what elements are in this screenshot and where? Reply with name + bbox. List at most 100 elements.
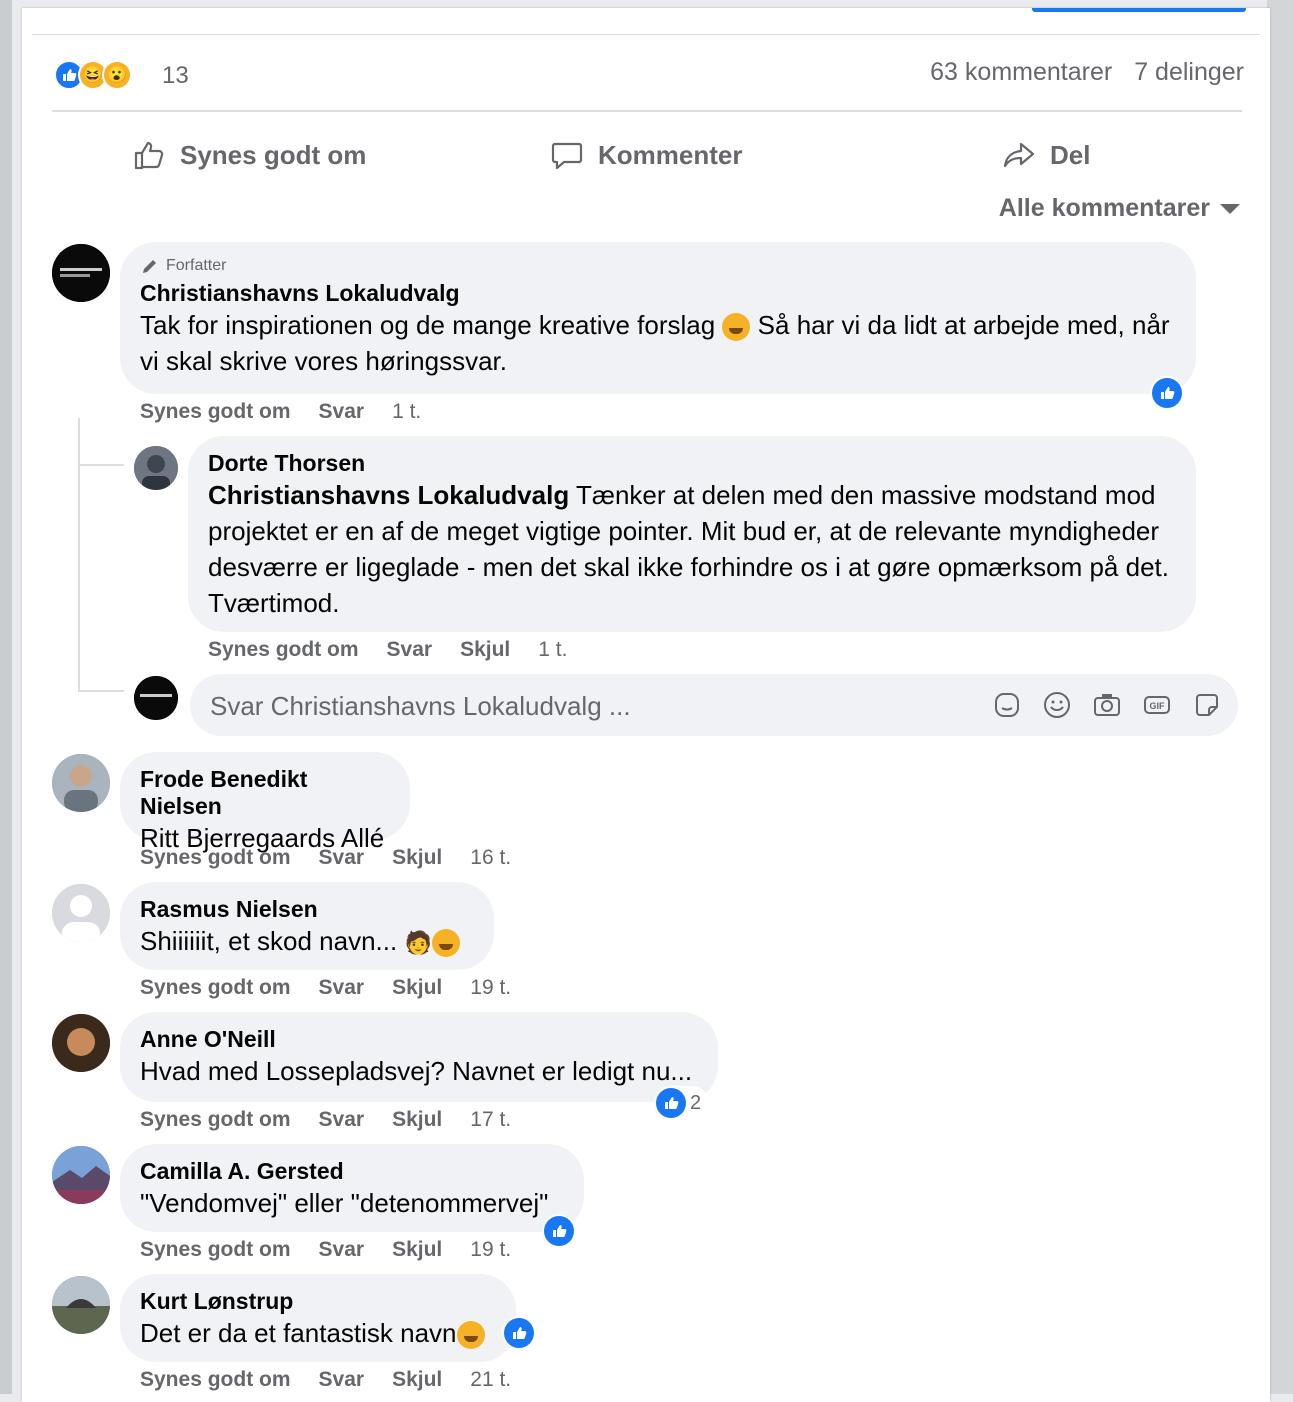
comment-author[interactable]: Frode Benedikt Nielsen bbox=[140, 766, 388, 820]
comment-text: Hvad med Lossepladsvej? Navnet er ledigt… bbox=[140, 1056, 693, 1086]
comment-bubble: Kurt Lønstrup Det er da et fantastisk na… bbox=[120, 1274, 516, 1362]
post-stats: 😆 😮 13 63 kommentarer 7 delinger bbox=[54, 58, 1244, 92]
comment-reply-link[interactable]: Svar bbox=[319, 1238, 365, 1262]
smile-emoji-icon bbox=[722, 313, 751, 342]
like-button[interactable]: Synes godt om bbox=[132, 120, 366, 190]
share-count[interactable]: 7 delinger bbox=[1134, 58, 1244, 87]
comment-time[interactable]: 1 t. bbox=[538, 638, 567, 662]
comment-reply-link[interactable]: Svar bbox=[319, 1108, 365, 1132]
svg-text:GIF: GIF bbox=[1150, 701, 1166, 711]
reaction-count[interactable]: 13 bbox=[162, 62, 189, 90]
comment-time[interactable]: 17 t. bbox=[470, 1108, 511, 1132]
comment-reaction-badge[interactable] bbox=[542, 1214, 576, 1248]
comment-meta: Synes godt om Svar Skjul 1 t. bbox=[208, 638, 567, 662]
comment-reply-link[interactable]: Svar bbox=[319, 976, 365, 1000]
comment-author[interactable]: Kurt Lønstrup bbox=[140, 1288, 494, 1315]
person-emoji-icon: 🧑 bbox=[404, 930, 432, 955]
comment-text: Christianshavns Lokaludvalg Tænker at de… bbox=[208, 477, 1174, 621]
comment-like-link[interactable]: Synes godt om bbox=[140, 1368, 291, 1392]
comment-text: Tak for inspirationen og de mange kreati… bbox=[140, 307, 1174, 379]
comment-reply-link[interactable]: Svar bbox=[319, 400, 365, 424]
stats-divider bbox=[52, 110, 1242, 112]
avatar-sticker-icon[interactable] bbox=[992, 690, 1022, 720]
comment-hide-link[interactable]: Skjul bbox=[460, 638, 510, 662]
comment-text-part: Det er da et fantastisk navn bbox=[140, 1318, 457, 1348]
comment-like-link[interactable]: Synes godt om bbox=[140, 1108, 291, 1132]
mention-link[interactable]: Christianshavns Lokaludvalg bbox=[208, 480, 569, 510]
reaction-icons[interactable]: 😆 😮 bbox=[54, 58, 132, 92]
avatar[interactable] bbox=[52, 244, 110, 302]
comment-reply-link[interactable]: Svar bbox=[319, 846, 365, 870]
thumbs-up-icon bbox=[134, 141, 164, 170]
comment-sort-dropdown[interactable]: Alle kommentarer bbox=[999, 194, 1240, 223]
comment-bubble: Frode Benedikt Nielsen Ritt Bjerregaards… bbox=[120, 752, 410, 853]
comment-meta: Synes godt om Svar Skjul 21 t. bbox=[140, 1368, 511, 1392]
author-badge: Forfatter bbox=[140, 256, 1174, 276]
action-bar: Synes godt om Kommenter Del bbox=[52, 120, 1242, 190]
comment-meta: Synes godt om Svar 1 t. bbox=[140, 400, 421, 424]
comment-hide-link[interactable]: Skjul bbox=[392, 1368, 442, 1392]
share-button[interactable]: Del bbox=[1002, 120, 1090, 190]
reply-input[interactable] bbox=[208, 674, 912, 738]
author-badge-label: Forfatter bbox=[166, 257, 227, 274]
comment-time[interactable]: 21 t. bbox=[470, 1368, 511, 1392]
comment-bubble: Camilla A. Gersted "Vendomvej" eller "de… bbox=[120, 1144, 584, 1232]
camera-icon[interactable] bbox=[1092, 690, 1122, 720]
comment-meta: Synes godt om Svar Skjul 16 t. bbox=[140, 846, 511, 870]
avatar[interactable] bbox=[52, 1014, 110, 1072]
avatar[interactable] bbox=[52, 754, 110, 812]
background-left bbox=[0, 0, 12, 1394]
comment-hide-link[interactable]: Skjul bbox=[392, 1108, 442, 1132]
comment-time[interactable]: 19 t. bbox=[470, 1238, 511, 1262]
sticker-icon[interactable] bbox=[1192, 690, 1222, 720]
comment-hide-link[interactable]: Skjul bbox=[392, 1238, 442, 1262]
background-right bbox=[1267, 0, 1293, 1394]
comment-bubble: Forfatter Christianshavns Lokaludvalg Ta… bbox=[120, 242, 1196, 394]
comment-reply-link[interactable]: Svar bbox=[319, 1368, 365, 1392]
comment-reaction-badge[interactable] bbox=[1150, 376, 1184, 410]
comment-reaction-badge[interactable] bbox=[502, 1316, 536, 1350]
comment-bubble: Anne O'Neill Hvad med Lossepladsvej? Nav… bbox=[120, 1012, 718, 1102]
comment-time[interactable]: 19 t. bbox=[470, 976, 511, 1000]
comment-text-part: Tak for inspirationen og de mange kreati… bbox=[140, 310, 716, 340]
stats-right: 63 kommentarer 7 delinger bbox=[930, 58, 1244, 87]
thread-connector bbox=[78, 690, 124, 692]
comment-reaction-badge[interactable]: 2 bbox=[654, 1086, 710, 1120]
comment-like-link[interactable]: Synes godt om bbox=[140, 846, 291, 870]
avatar[interactable] bbox=[52, 1146, 110, 1204]
post-card: 😆 😮 13 63 kommentarer 7 delinger Synes g… bbox=[22, 8, 1270, 1402]
avatar[interactable] bbox=[134, 446, 178, 490]
grimace-emoji-icon bbox=[431, 929, 460, 958]
share-icon bbox=[1003, 142, 1035, 168]
thread-connector bbox=[78, 464, 124, 466]
comment-reply-link[interactable]: Svar bbox=[387, 638, 433, 662]
comment-text-part: Shiiiiiit, et skod navn... bbox=[140, 926, 398, 956]
wow-icon: 😮 bbox=[102, 60, 132, 90]
top-divider bbox=[32, 34, 1260, 35]
avatar[interactable] bbox=[52, 1276, 110, 1334]
comment-count[interactable]: 63 kommentarer bbox=[930, 58, 1112, 87]
comment-like-link[interactable]: Synes godt om bbox=[140, 1238, 291, 1262]
comment-author[interactable]: Christianshavns Lokaludvalg bbox=[140, 280, 1174, 307]
avatar[interactable] bbox=[52, 884, 110, 942]
comment-author[interactable]: Dorte Thorsen bbox=[208, 450, 1174, 477]
pencil-icon bbox=[143, 260, 156, 273]
comment-like-link[interactable]: Synes godt om bbox=[208, 638, 359, 662]
comment-author[interactable]: Anne O'Neill bbox=[140, 1026, 696, 1053]
comment-time[interactable]: 16 t. bbox=[470, 846, 511, 870]
comment-time[interactable]: 1 t. bbox=[392, 400, 421, 424]
comment-like-link[interactable]: Synes godt om bbox=[140, 976, 291, 1000]
comment-hide-link[interactable]: Skjul bbox=[392, 976, 442, 1000]
gif-icon[interactable]: GIF bbox=[1142, 690, 1172, 720]
comment-button[interactable]: Kommenter bbox=[550, 120, 742, 190]
top-button-edge[interactable] bbox=[1032, 8, 1246, 12]
comment-author[interactable]: Camilla A. Gersted bbox=[140, 1158, 562, 1185]
current-user-avatar bbox=[134, 676, 178, 720]
comment-like-link[interactable]: Synes godt om bbox=[140, 400, 291, 424]
comment-meta: Synes godt om Svar Skjul 17 t. bbox=[140, 1108, 511, 1132]
emoji-icon[interactable] bbox=[1042, 690, 1072, 720]
comment-hide-link[interactable]: Skjul bbox=[392, 846, 442, 870]
like-icon bbox=[1152, 378, 1182, 408]
comment-author[interactable]: Rasmus Nielsen bbox=[140, 896, 472, 923]
caret-down-icon bbox=[1220, 203, 1240, 214]
